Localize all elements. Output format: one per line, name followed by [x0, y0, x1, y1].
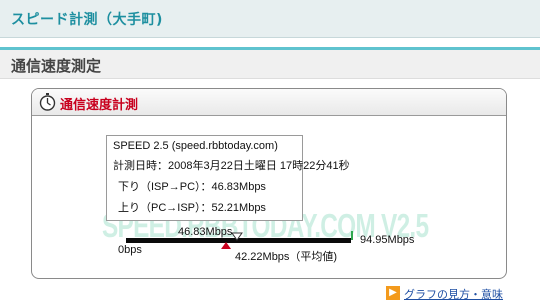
min-speed-label: 0bps [118, 244, 142, 256]
page-title: スピード計測（大手町) [11, 12, 163, 28]
help-link-label[interactable]: グラフの見方・意味 [404, 286, 503, 302]
top-header: スピード計測（大手町) [0, 0, 540, 38]
max-speed-label: 94.95Mbps [360, 234, 415, 246]
gauge-bar [126, 238, 351, 243]
section-title: 通信速度測定 [11, 57, 102, 75]
speed-gauge: 46.83Mbps 0bps 94.95Mbps 42.22Mbps（平均値) [32, 89, 506, 278]
speed-panel: 通信速度計測 SPEED.RBBTODAY.COM V2.5 SPEED 2.5… [31, 88, 507, 279]
max-tick [351, 231, 353, 240]
section-header: 通信速度測定 [0, 50, 540, 79]
arrow-right-icon: ▶ [386, 286, 400, 300]
average-speed-label: 42.22Mbps（平均値) [235, 251, 338, 263]
average-marker [221, 242, 232, 249]
current-speed-label: 46.83Mbps [178, 226, 233, 238]
